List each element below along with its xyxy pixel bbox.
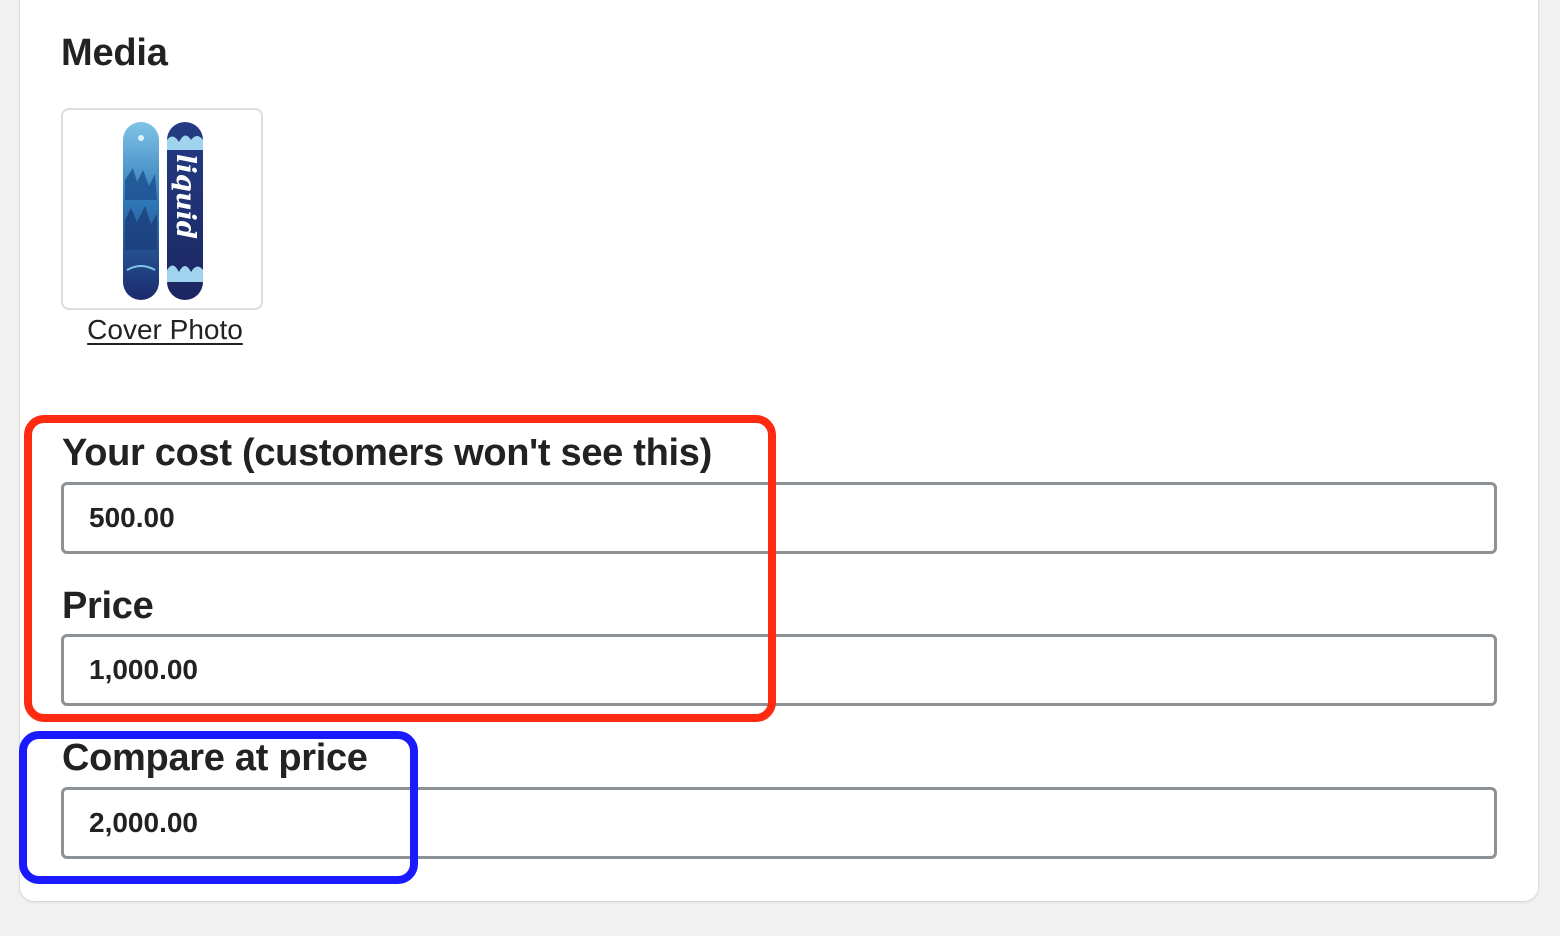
media-section-title: Media bbox=[61, 32, 168, 74]
price-label: Price bbox=[62, 585, 154, 627]
compare-at-price-label: Compare at price bbox=[62, 737, 368, 779]
price-input[interactable] bbox=[61, 634, 1497, 706]
cover-photo-link[interactable]: Cover Photo bbox=[61, 314, 269, 346]
compare-at-price-input[interactable] bbox=[61, 787, 1497, 859]
cost-label: Your cost (customers won't see this) bbox=[62, 432, 712, 474]
cover-photo-thumbnail[interactable]: liquid bbox=[61, 108, 263, 310]
thumbnail-brand-text: liquid bbox=[170, 154, 200, 239]
snowboard-image: liquid bbox=[123, 122, 203, 300]
cost-input[interactable] bbox=[61, 482, 1497, 554]
